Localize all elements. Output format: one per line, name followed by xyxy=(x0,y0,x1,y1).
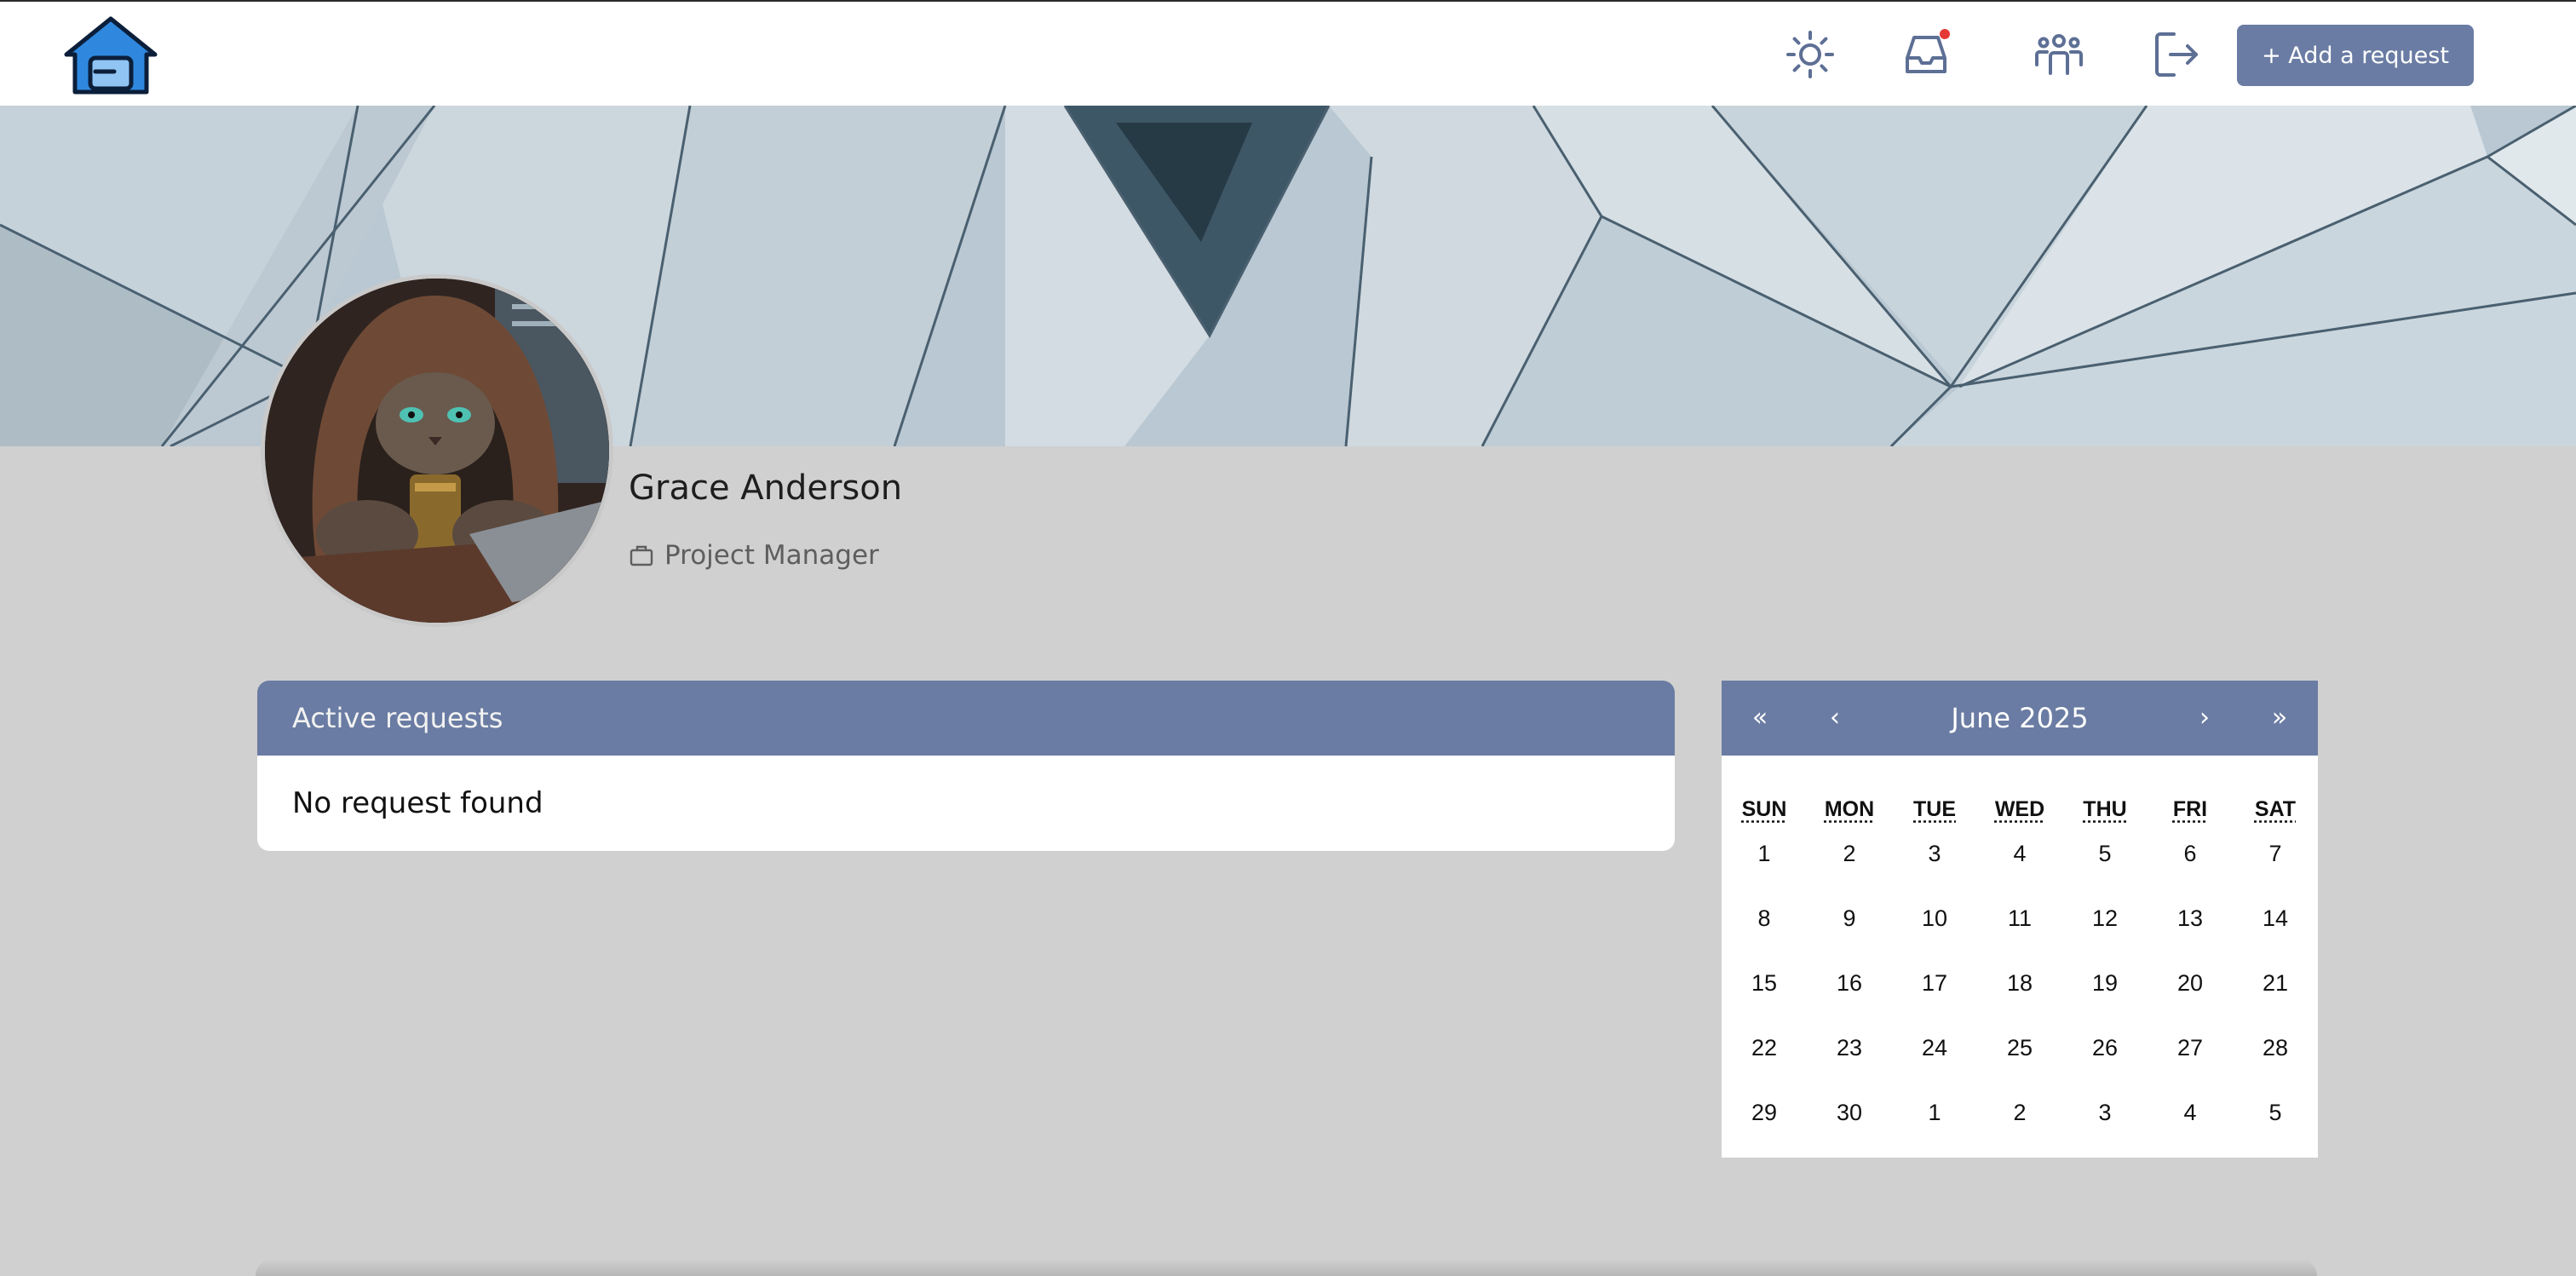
profile-role-label: Project Manager xyxy=(664,540,879,571)
calendar-day[interactable]: 9 xyxy=(1807,905,1892,932)
calendar-day[interactable]: 27 xyxy=(2148,1035,2233,1061)
profile-role: Project Manager xyxy=(629,540,879,571)
weekday-header: TUE xyxy=(1913,797,1956,821)
calendar-day[interactable]: 5 xyxy=(2233,1100,2318,1126)
add-request-button[interactable]: + Add a request xyxy=(2237,25,2474,86)
calendar-day[interactable]: 8 xyxy=(1722,905,1807,932)
calendar-day[interactable]: 19 xyxy=(2062,970,2148,997)
avatar xyxy=(261,274,613,627)
calendar-day[interactable]: 2 xyxy=(1977,1100,2062,1126)
calendar-day[interactable]: 2 xyxy=(1807,841,1892,867)
sun-icon[interactable] xyxy=(1783,27,1837,82)
weekday-header: SAT xyxy=(2254,797,2297,821)
calendar-day[interactable]: 3 xyxy=(2062,1100,2148,1126)
calendar-day[interactable]: 1 xyxy=(1722,841,1807,867)
next-month-button[interactable]: › xyxy=(2171,681,2239,756)
calendar-day[interactable]: 1 xyxy=(1892,1100,1977,1126)
calendar-day[interactable]: 26 xyxy=(2062,1035,2148,1061)
calendar-day[interactable]: 4 xyxy=(1977,841,2062,867)
empty-requests-message: No request found xyxy=(292,786,543,820)
weekday-header: SUN xyxy=(1741,797,1787,821)
weekday-header: MON xyxy=(1824,797,1875,821)
notification-dot xyxy=(1940,29,1950,39)
weekday-header: THU xyxy=(2083,797,2127,821)
calendar-day[interactable]: 25 xyxy=(1977,1035,2062,1061)
calendar-day[interactable]: 20 xyxy=(2148,970,2233,997)
inbox-icon[interactable] xyxy=(1899,27,1953,82)
home-logo-icon[interactable] xyxy=(61,15,160,95)
weekday-header: FRI xyxy=(2172,797,2208,821)
calendar-header: « ‹ June 2025 › » xyxy=(1722,681,2318,756)
calendar-day[interactable]: 29 xyxy=(1722,1100,1807,1126)
next-year-button[interactable]: » xyxy=(2245,681,2314,756)
calendar-day[interactable]: 11 xyxy=(1977,905,2062,932)
calendar-day[interactable]: 18 xyxy=(1977,970,2062,997)
calendar-day[interactable]: 21 xyxy=(2233,970,2318,997)
team-icon[interactable] xyxy=(2032,27,2086,82)
calendar-day[interactable]: 24 xyxy=(1892,1035,1977,1061)
prev-month-button[interactable]: ‹ xyxy=(1801,681,1869,756)
calendar-day[interactable]: 23 xyxy=(1807,1035,1892,1061)
calendar-day[interactable]: 7 xyxy=(2233,841,2318,867)
calendar-day[interactable]: 17 xyxy=(1892,970,1977,997)
briefcase-icon xyxy=(629,543,654,568)
calendar-day[interactable]: 12 xyxy=(2062,905,2148,932)
calendar-day[interactable]: 10 xyxy=(1892,905,1977,932)
calendar-day[interactable]: 6 xyxy=(2148,841,2233,867)
prev-year-button[interactable]: « xyxy=(1726,681,1794,756)
top-navbar: + Add a request xyxy=(0,0,2576,106)
calendar-month-title[interactable]: June 2025 xyxy=(1866,681,2173,756)
logout-icon[interactable] xyxy=(2148,27,2203,82)
hooded-cat-avatar xyxy=(265,279,609,623)
calendar: « ‹ June 2025 › » SUN MON TUE WED THU FRI SAT 1… xyxy=(1722,681,2318,1158)
calendar-day[interactable]: 28 xyxy=(2233,1035,2318,1061)
calendar-day[interactable]: 16 xyxy=(1807,970,1892,997)
active-requests-card: Active requests No request found xyxy=(257,681,1675,851)
weekday-header: WED xyxy=(1994,797,2045,821)
footer-shadow xyxy=(256,1259,2317,1276)
profile-name: Grace Anderson xyxy=(629,468,903,508)
calendar-day[interactable]: 4 xyxy=(2148,1100,2233,1126)
calendar-day[interactable]: 13 xyxy=(2148,905,2233,932)
calendar-day[interactable]: 15 xyxy=(1722,970,1807,997)
calendar-day[interactable]: 5 xyxy=(2062,841,2148,867)
calendar-day[interactable]: 22 xyxy=(1722,1035,1807,1061)
active-requests-title: Active requests xyxy=(257,681,1675,756)
calendar-day[interactable]: 3 xyxy=(1892,841,1977,867)
calendar-day[interactable]: 14 xyxy=(2233,905,2318,932)
calendar-day[interactable]: 30 xyxy=(1807,1100,1892,1126)
